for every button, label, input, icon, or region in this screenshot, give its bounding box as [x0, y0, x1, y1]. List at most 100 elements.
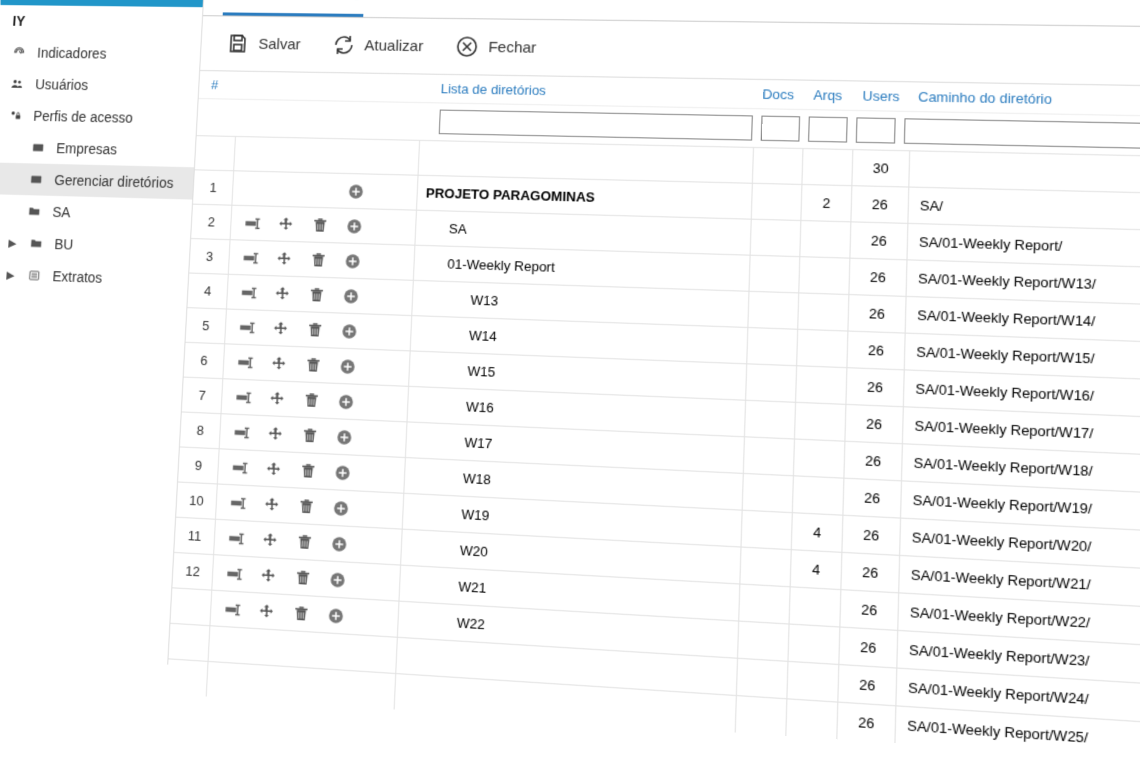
add-icon[interactable]: [329, 496, 353, 520]
nav-empresas[interactable]: Empresas: [0, 131, 196, 167]
row-docs: [743, 474, 794, 512]
row-docs: [751, 220, 802, 256]
gauge-icon: [10, 45, 28, 59]
row-number: 1: [193, 170, 234, 204]
nav-perfis[interactable]: Perfis de acesso: [0, 99, 197, 135]
rename-icon[interactable]: [226, 491, 249, 515]
move-icon[interactable]: [275, 212, 298, 235]
add-icon[interactable]: [339, 284, 362, 307]
add-icon[interactable]: [324, 603, 348, 628]
move-icon[interactable]: [273, 247, 296, 270]
nav-gerenciar-diretorios[interactable]: Gerenciar diretórios: [0, 162, 194, 199]
row-number: 9: [178, 447, 220, 483]
row-users: 26: [850, 222, 908, 259]
trash-icon[interactable]: [298, 423, 321, 447]
row-users: 26: [849, 259, 907, 296]
move-icon[interactable]: [268, 352, 291, 376]
nav-root[interactable]: IY: [0, 5, 203, 39]
row-users: 26: [846, 368, 904, 406]
rename-icon[interactable]: [234, 350, 257, 373]
rename-icon[interactable]: [228, 455, 251, 479]
row-users: 26: [838, 665, 897, 705]
refresh-button[interactable]: Atualizar: [324, 28, 430, 64]
move-icon[interactable]: [264, 422, 287, 446]
trash-icon[interactable]: [291, 565, 314, 589]
row-arqs: [799, 257, 850, 294]
rename-icon[interactable]: [239, 246, 262, 269]
rename-icon[interactable]: [224, 526, 247, 550]
row-arqs: [793, 476, 845, 514]
caret-icon: ▶: [8, 236, 18, 249]
trash-icon[interactable]: [305, 283, 328, 306]
move-icon[interactable]: [266, 387, 289, 411]
add-icon[interactable]: [333, 425, 356, 449]
rename-icon[interactable]: [223, 561, 246, 585]
trash-icon[interactable]: [296, 459, 319, 483]
card-icon: [29, 141, 47, 155]
filter-users-input[interactable]: [856, 117, 896, 143]
trash-icon[interactable]: [302, 353, 325, 377]
filter-path-input[interactable]: [904, 118, 1140, 150]
row-users: 26: [845, 405, 903, 443]
add-icon[interactable]: [344, 180, 367, 203]
tab-ger-diretorios[interactable]: GER. DIRETÓRIOS: [223, 0, 366, 17]
add-icon[interactable]: [331, 460, 354, 484]
rename-icon[interactable]: [241, 212, 264, 235]
row-number: 11: [174, 518, 216, 554]
rename-icon[interactable]: [230, 420, 253, 444]
filter-lista-input[interactable]: [439, 110, 753, 141]
move-icon[interactable]: [269, 317, 292, 340]
row-docs: [739, 585, 790, 624]
nav-extratos[interactable]: ▶ Extratos: [0, 258, 189, 297]
rename-icon[interactable]: [235, 316, 258, 339]
row-users: 30: [852, 150, 910, 186]
trash-icon[interactable]: [293, 530, 316, 554]
trash-icon[interactable]: [309, 213, 332, 236]
rename-icon[interactable]: [232, 385, 255, 409]
trash-icon[interactable]: [295, 494, 318, 518]
move-icon[interactable]: [255, 599, 278, 623]
row-actions: [232, 171, 418, 209]
add-icon[interactable]: [338, 319, 361, 343]
list-icon: [25, 268, 43, 283]
move-icon[interactable]: [257, 563, 280, 587]
nav-usuarios[interactable]: Usuários: [0, 68, 199, 103]
row-number: 3: [189, 239, 230, 274]
header-lista[interactable]: Lista de diretórios: [440, 81, 753, 102]
header-arqs[interactable]: Arqs: [803, 87, 853, 104]
add-icon[interactable]: [341, 249, 364, 272]
row-arqs: [797, 330, 848, 367]
move-icon[interactable]: [271, 282, 294, 305]
save-button[interactable]: Salvar: [218, 26, 307, 61]
add-icon[interactable]: [328, 532, 352, 556]
header-docs[interactable]: Docs: [753, 86, 803, 103]
trash-icon[interactable]: [289, 601, 313, 626]
nav-indicadores[interactable]: Indicadores: [0, 36, 201, 71]
move-icon[interactable]: [260, 492, 283, 516]
header-num[interactable]: #: [211, 77, 241, 93]
add-icon[interactable]: [336, 354, 359, 378]
filter-arqs-input[interactable]: [808, 116, 848, 142]
row-docs: [742, 511, 793, 549]
trash-icon[interactable]: [307, 248, 330, 271]
row-number: 10: [176, 483, 218, 519]
trash-icon[interactable]: [300, 388, 323, 412]
add-icon[interactable]: [334, 390, 357, 414]
row-arqs: [798, 293, 849, 330]
add-icon[interactable]: [343, 214, 366, 237]
row-number: [169, 624, 211, 661]
close-button[interactable]: Fechar: [447, 29, 543, 65]
header-path[interactable]: Caminho do diretório: [909, 89, 1140, 110]
add-icon[interactable]: [326, 567, 350, 591]
move-icon[interactable]: [262, 457, 285, 481]
row-users: 26: [839, 628, 898, 668]
row-arqs: [796, 366, 847, 404]
row-number: [195, 136, 236, 170]
filter-docs-input[interactable]: [761, 116, 800, 142]
rename-icon[interactable]: [237, 281, 260, 304]
trash-icon[interactable]: [303, 318, 326, 342]
rename-icon[interactable]: [221, 597, 244, 621]
row-docs: [745, 401, 796, 439]
header-users[interactable]: Users: [852, 88, 909, 105]
move-icon[interactable]: [259, 528, 282, 552]
